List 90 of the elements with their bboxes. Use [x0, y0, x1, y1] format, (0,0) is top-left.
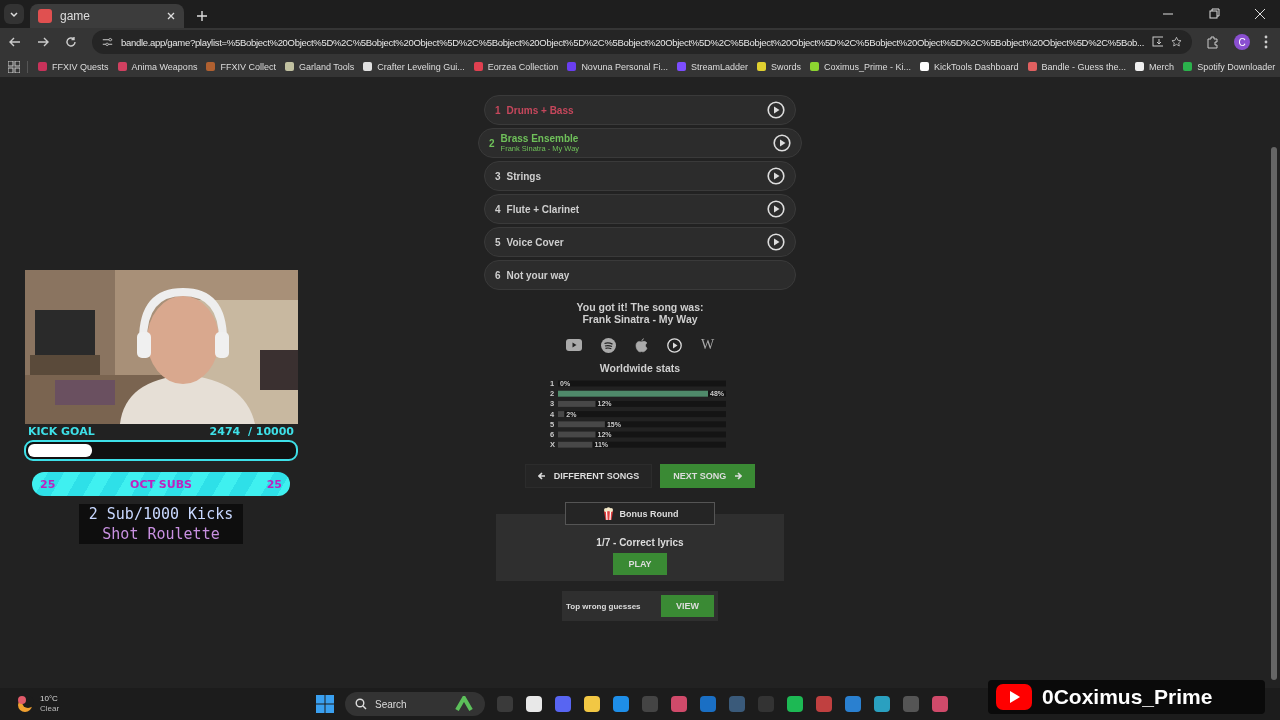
guess-number: 6 [495, 269, 501, 281]
search-field[interactable]: Search [345, 692, 485, 716]
temperature: 10°C [40, 694, 59, 704]
popcorn-icon [601, 507, 615, 520]
profile-avatar[interactable]: C [1234, 34, 1250, 50]
start-icon[interactable] [316, 695, 334, 713]
guess-label: Voice Cover [506, 236, 565, 248]
roulette-title: Shot Roulette [102, 524, 220, 544]
scrollbar-thumb[interactable] [1271, 147, 1277, 680]
roulette-rule: 2 Sub/1000 Kicks [88, 504, 234, 524]
apps-icon[interactable] [8, 60, 20, 73]
app-icon[interactable] [583, 695, 601, 713]
weather-condition: Clear [40, 704, 60, 714]
back-icon[interactable] [8, 35, 22, 49]
caret-icon [9, 9, 19, 19]
arrow-left-icon [537, 472, 546, 480]
bookmark[interactable]: Swords [753, 61, 804, 72]
bookmark[interactable]: Spotify Downloader [1180, 61, 1279, 72]
search-icon [355, 698, 367, 710]
guess-label: Strings [506, 170, 542, 182]
guess-number: 4 [495, 203, 501, 215]
guess-label: Flute + Clarinet [506, 203, 581, 215]
app-icon[interactable] [525, 695, 543, 713]
bookmark[interactable]: StreamLadder [673, 61, 751, 72]
browser-tab[interactable]: game [30, 4, 184, 28]
menu-icon[interactable] [1264, 35, 1268, 49]
install-icon[interactable] [1152, 35, 1163, 49]
stat-bar [558, 441, 593, 448]
bookmark[interactable]: FFXIV Quests [35, 61, 112, 72]
bookmark[interactable]: Novuna Personal Fi... [564, 61, 671, 72]
play-icon[interactable] [773, 134, 791, 152]
song-title: Frank Sinatra - My Way [582, 313, 698, 325]
site-icon [38, 9, 52, 23]
bonus-round-button[interactable]: Bonus Round [565, 502, 715, 525]
app-icon[interactable] [873, 695, 891, 713]
star-icon[interactable] [1171, 35, 1182, 49]
youtube-icon [996, 684, 1032, 710]
restore-icon[interactable] [1208, 8, 1220, 20]
subs-count: 25 [40, 477, 56, 491]
apple-icon[interactable] [634, 337, 648, 353]
bookmark[interactable]: FFXIV Collect [203, 61, 279, 72]
bookmark[interactable]: Merch [1132, 61, 1178, 72]
channel-name: 0Coximus_Prime [1042, 685, 1213, 709]
new-tab-icon[interactable] [196, 10, 208, 22]
bonus-title: 1/7 - Correct lyrics [596, 537, 684, 548]
bookmark[interactable]: Bandle - Guess the... [1024, 61, 1130, 72]
stat-bar [558, 411, 565, 418]
guess-label: Drums + Bass [506, 104, 575, 116]
bookmark[interactable]: Coximus_Prime - Ki... [807, 61, 914, 72]
close-icon[interactable] [166, 11, 176, 21]
wrong-guesses-label: Top wrong guesses [566, 601, 641, 611]
tab-list-button[interactable] [4, 4, 24, 24]
site-settings-icon[interactable] [102, 36, 113, 48]
subs-label: OCT SUBS [130, 477, 192, 491]
bookmark[interactable]: Anima Weapons [114, 61, 201, 72]
stat-bar [558, 400, 596, 407]
result-message: You got it! The song was: [576, 301, 704, 313]
stat-bar [558, 421, 605, 428]
weather-icon[interactable] [16, 695, 34, 713]
goal-count: 2474 / 10000 [209, 425, 294, 438]
guess-label: Brass Ensemble [500, 133, 580, 144]
forward-icon[interactable] [36, 35, 50, 49]
guess-number: 2 [489, 137, 495, 149]
youtube-icon[interactable] [565, 339, 582, 351]
guess-number: 3 [495, 170, 501, 182]
close-icon[interactable] [1254, 8, 1266, 20]
app-icon[interactable] [786, 695, 804, 713]
play-icon[interactable] [767, 200, 785, 218]
arrow-right-icon [734, 472, 743, 480]
guess-label: Not your way [506, 269, 571, 281]
subs-target: 25 [266, 477, 282, 491]
bookmark[interactable]: Eorzea Collection [470, 61, 562, 72]
stat-bar [558, 431, 596, 438]
bookmark[interactable]: Crafter Leveling Gui... [360, 61, 468, 72]
play-icon[interactable] [666, 337, 682, 353]
bookmark[interactable]: Garland Tools [281, 61, 358, 72]
spotify-icon[interactable] [600, 337, 616, 353]
guess-number: 5 [495, 236, 501, 248]
reload-icon[interactable] [64, 35, 78, 49]
goal-label: KICK GOAL [28, 425, 95, 438]
play-icon[interactable] [767, 233, 785, 251]
guess-number: 1 [495, 104, 501, 116]
wikipedia-link[interactable]: W [700, 337, 715, 353]
bookmark[interactable]: KickTools Dashboard [917, 61, 1022, 72]
play-icon[interactable] [767, 167, 785, 185]
extensions-icon[interactable] [1206, 35, 1220, 49]
address-bar[interactable]: bandle.app/game?playlist=%5Bobject%20Object%5D%2C%5Bobject%20Object%5D%2C%5Bobject%20Object%5D%2C%5Bobject%20Object%5D%2C%5Bobject%20Object%5D%2C%5Bobject%20Object%5D%2C%5Bobject%20Object%5D%2C%5Bob... [92, 30, 1192, 54]
play-icon[interactable] [767, 101, 785, 119]
stats-title: Worldwide stats [599, 362, 681, 374]
different-songs-button[interactable]: DIFFERENT SONGS [524, 464, 653, 488]
